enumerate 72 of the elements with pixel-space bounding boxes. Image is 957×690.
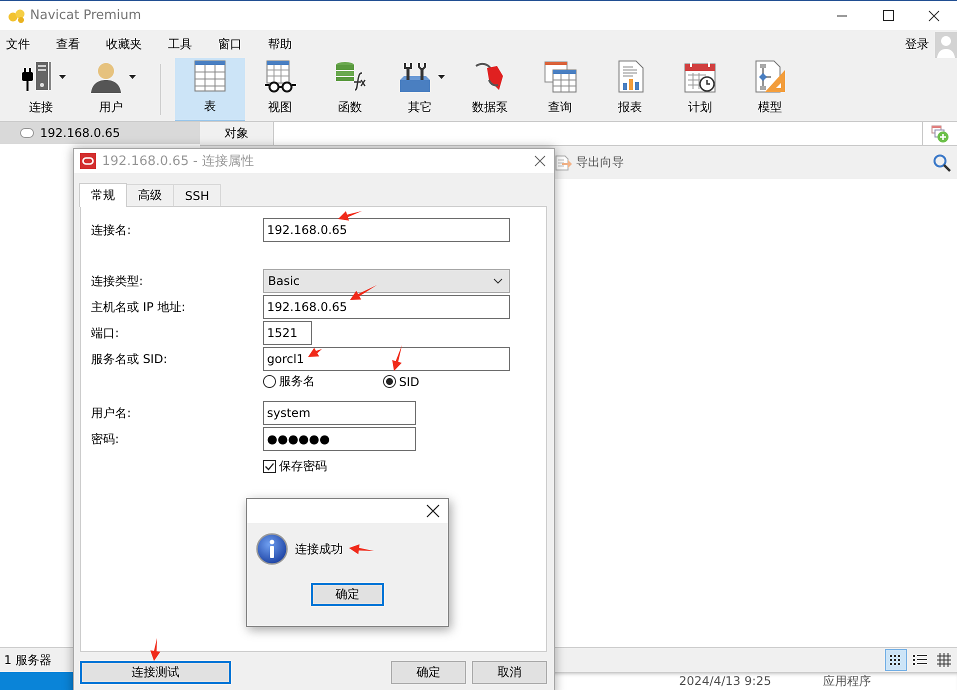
field-label: 密码: (91, 432, 120, 446)
app-logo-icon (8, 8, 26, 22)
database-icon (80, 153, 96, 169)
menu-item[interactable]: 收藏夹 (106, 36, 142, 52)
menu-item[interactable]: 工具 (168, 36, 192, 52)
dialog-button[interactable]: 确定 (391, 661, 466, 684)
toolbar-button[interactable]: 用户 (76, 58, 146, 121)
toolbar-button[interactable]: 其它 (385, 58, 455, 121)
dialog-tab[interactable]: SSH (173, 184, 222, 206)
field-label: 用户名: (91, 406, 132, 420)
toolbar-button[interactable]: 函数 (315, 58, 385, 121)
add-tab-icon[interactable] (931, 124, 949, 142)
window-title: Navicat Premium (30, 8, 142, 23)
grid-view-icon[interactable] (885, 649, 907, 671)
model-diagram-icon (753, 60, 787, 94)
user-icon (88, 60, 122, 94)
menu-item[interactable]: 窗口 (218, 36, 242, 52)
annotation-arrow (150, 638, 160, 661)
toolbar-button[interactable]: 报表 (595, 58, 665, 121)
object-tab[interactable]: 对象 (200, 122, 274, 145)
dialog-title: 192.168.0.65 - 连接属性 (102, 153, 254, 170)
info-icon (256, 533, 288, 565)
annotation-arrow (308, 348, 322, 357)
menu-item[interactable]: 文件 (6, 36, 30, 52)
field-label: 连接名: (91, 222, 132, 236)
text-field[interactable]: 1521 (263, 321, 312, 345)
chevron-down-icon (493, 278, 503, 284)
tables-icon (543, 60, 577, 94)
tools-icon (398, 60, 432, 94)
annotation-arrow (349, 544, 374, 554)
annotation-arrow (338, 211, 362, 221)
select-dropdown[interactable]: Basic (263, 269, 510, 293)
file-date: 2024/4/13 9:25 (679, 673, 772, 690)
calendar-clock-icon (683, 60, 717, 94)
menu-item[interactable]: 查看 (56, 36, 80, 52)
field-label: 服务名或 SID: (91, 352, 168, 366)
checkbox[interactable]: 保存密码 (263, 458, 327, 475)
table-icon (193, 59, 227, 93)
dialog-tab[interactable]: 常规 (79, 183, 127, 207)
toolbar-button[interactable]: 计划 (665, 58, 735, 121)
dialog-button[interactable]: 取消 (472, 661, 547, 684)
toolbar-button[interactable]: 连接 (6, 58, 76, 121)
menu-item[interactable]: 帮助 (268, 36, 292, 52)
test-connection-button[interactable]: 连接测试 (80, 661, 231, 684)
export-wizard-button[interactable]: 导出向导 (554, 154, 624, 171)
text-field[interactable]: 192.168.0.65 (263, 218, 510, 242)
ok-button[interactable]: 确定 (311, 583, 384, 606)
file-type: 应用程序 (823, 673, 871, 690)
text-field[interactable]: ●●●●●● (263, 427, 416, 451)
field-label: 主机名或 IP 地址: (91, 300, 186, 314)
connection-item[interactable]: 192.168.0.65 (0, 122, 200, 144)
annotation-arrow (350, 285, 377, 300)
annotation-arrow (392, 345, 402, 371)
field-label: 连接类型: (91, 274, 144, 288)
glasses-table-icon (263, 60, 297, 94)
close-icon[interactable] (426, 504, 440, 518)
search-icon[interactable] (933, 154, 951, 172)
login-link[interactable]: 登录 (905, 36, 929, 52)
text-field[interactable]: 192.168.0.65 (263, 295, 510, 319)
toolbar-button[interactable]: 表 (175, 58, 245, 121)
field-label: 端口: (91, 326, 120, 340)
radio-option[interactable]: 服务名 (263, 373, 383, 390)
toolbar-button[interactable]: 模型 (735, 58, 805, 121)
radio-option[interactable]: SID (383, 374, 503, 388)
text-field[interactable]: gorcl1 (263, 347, 510, 371)
toolbar-button[interactable]: 视图 (245, 58, 315, 121)
connection-icon (20, 128, 34, 138)
message-text: 连接成功 (295, 540, 343, 558)
toolbar-button[interactable]: 数据泵 (455, 58, 525, 121)
status-text: 1 服务器 (4, 652, 52, 668)
text-field[interactable]: system (263, 401, 416, 425)
toolbar-button[interactable]: 查询 (525, 58, 595, 121)
